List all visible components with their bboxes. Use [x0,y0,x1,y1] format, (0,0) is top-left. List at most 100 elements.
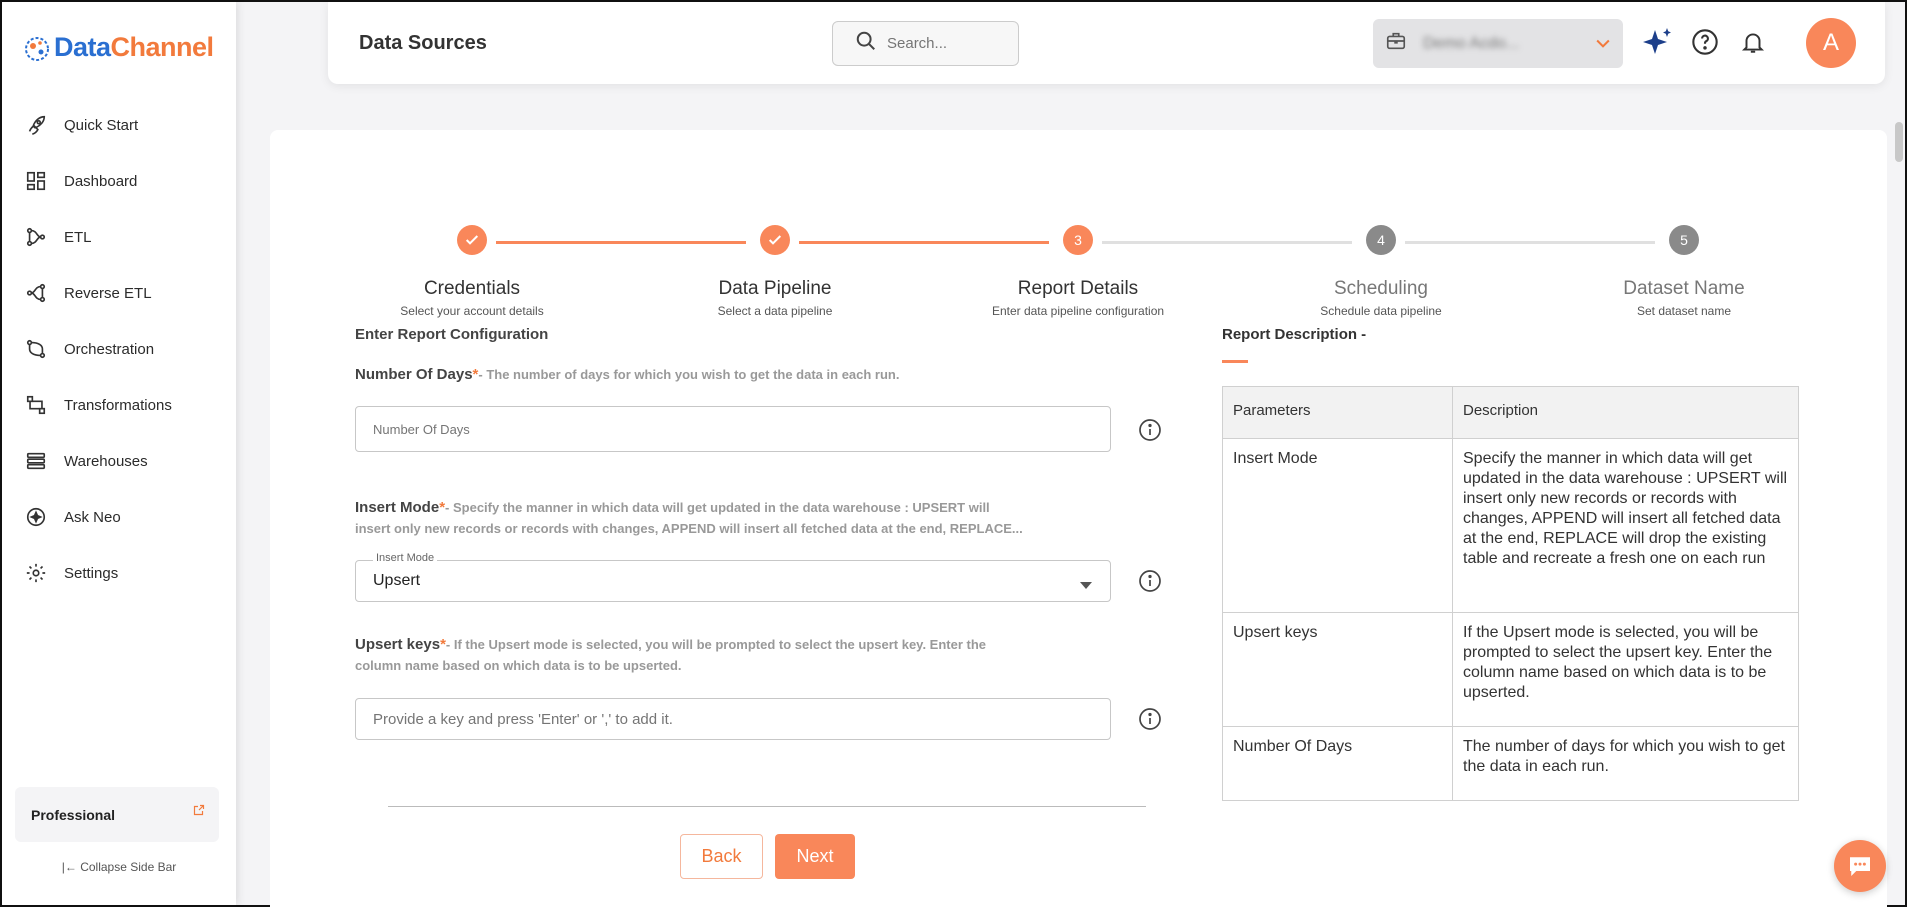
sidebar-item-etl[interactable]: ETL [2,209,236,265]
reverse-etl-icon [24,281,48,305]
help-icon[interactable] [1691,28,1719,61]
sidebar-item-settings[interactable]: Settings [2,545,236,601]
sidebar-item-reverse-etl[interactable]: Reverse ETL [2,265,236,321]
warehouses-icon [24,449,48,473]
sidebar-item-warehouses[interactable]: Warehouses [2,433,236,489]
days-field[interactable] [355,406,1111,452]
logo-icon [22,33,52,63]
step-title: Data Pipeline [718,278,832,299]
etl-icon [24,225,48,249]
table-row: Insert Mode Specify the manner in which … [1222,438,1799,613]
bell-icon[interactable] [1740,28,1766,61]
workspace-selector[interactable]: Demo Acdo... [1373,19,1623,68]
caret-down-icon [1080,577,1092,595]
plan-card[interactable]: Professional [15,787,219,842]
form-divider [388,806,1146,807]
top-header: Data Sources Demo Acdo... A [328,2,1885,84]
step-title: Credentials [423,278,521,299]
main-content: 3 4 5 Credentials Select your account de… [270,130,1887,907]
step-title: Dataset Name [1623,278,1745,299]
sidebar-item-quick-start[interactable]: Quick Start [2,97,236,153]
user-avatar[interactable]: A [1806,18,1856,68]
sidebar-item-orchestration[interactable]: Orchestration [2,321,236,377]
info-icon[interactable] [1138,707,1162,736]
insert-mode-select[interactable]: Insert Mode Upsert [355,552,1111,602]
table-cell: If the Upsert mode is selected, you will… [1452,612,1799,727]
collapse-label: Collapse Side Bar [80,860,177,874]
step-connector [1102,241,1352,244]
upsert-keys-label: Upsert keys*- If the Upsert mode is sele… [355,636,987,673]
step-connector [496,241,746,244]
table-row: Number Of Days The number of days for wh… [1222,726,1799,801]
step-subtitle: Set dataset name [1636,304,1732,318]
sidebar-item-label: Reverse ETL [64,284,152,302]
form-section-title: Enter Report Configuration [355,326,549,343]
insert-mode-label: Insert Mode*- Specify the manner in whic… [355,499,1023,536]
table-cell: Number Of Days [1222,726,1453,801]
step-5-circle[interactable]: 5 [1669,225,1699,255]
step-subtitle: Select your account details [400,304,544,318]
info-icon[interactable] [1138,418,1162,447]
step-3-circle[interactable]: 3 [1063,225,1093,255]
sidebar-item-ask-neo[interactable]: Ask Neo [2,489,236,545]
sidebar-item-label: Transformations [64,396,172,414]
sidebar-item-label: Ask Neo [64,508,121,526]
step-title: Scheduling [1333,278,1429,299]
chat-button[interactable] [1834,840,1886,892]
insert-mode-value: Upsert [373,572,421,589]
scrollbar[interactable] [1895,122,1903,162]
search-box[interactable] [832,21,1019,66]
step-2-circle[interactable] [760,225,790,255]
description-underline [1222,360,1248,363]
step-4-circle[interactable]: 4 [1366,225,1396,255]
info-icon[interactable] [1138,569,1162,598]
collapse-icon: |← [61,860,77,874]
brand-logo[interactable]: DataChannel [22,32,214,63]
table-header-row: Parameters Description [1222,386,1799,439]
page-title: Data Sources [359,32,487,54]
table-cell: Specify the manner in which data will ge… [1452,438,1799,613]
table-header: Parameters [1222,386,1453,439]
orchestration-icon [24,337,48,361]
search-icon [855,30,877,57]
search-input[interactable] [887,35,1007,52]
upsert-keys-field[interactable] [355,698,1111,740]
sidebar-item-label: ETL [64,228,92,246]
sidebar-item-label: Dashboard [64,172,138,190]
check-icon [465,235,479,245]
external-link-icon[interactable] [193,803,205,821]
next-button[interactable]: Next [775,834,855,879]
step-subtitle: Schedule data pipeline [1320,304,1442,318]
ask-neo-icon [24,505,48,529]
sidebar-item-transformations[interactable]: Transformations [2,377,236,433]
table-cell: Insert Mode [1222,438,1453,613]
description-table: Parameters Description Insert Mode Speci… [1222,386,1799,801]
briefcase-icon [1385,30,1407,57]
chevron-down-icon [1593,33,1613,58]
collapse-sidebar-button[interactable]: |← Collapse Side Bar [2,860,236,874]
settings-icon [24,561,48,585]
back-button[interactable]: Back [680,834,763,879]
upsert-keys-input[interactable] [356,699,1110,739]
step-1-circle[interactable] [457,225,487,255]
table-row: Upsert keys If the Upsert mode is select… [1222,612,1799,727]
rocket-icon [24,113,48,137]
sidebar-item-label: Settings [64,564,119,582]
transformations-icon [24,393,48,417]
sparkle-icon[interactable] [1641,26,1675,65]
stepper: 3 4 5 Credentials Select your account de… [270,178,1887,318]
sidebar-item-label: Quick Start [64,116,139,134]
step-subtitle: Select a data pipeline [717,304,833,318]
table-header: Description [1452,386,1799,439]
insert-mode-float-label: Insert Mode [373,552,438,564]
step-subtitle: Enter data pipeline configuration [991,304,1165,318]
sidebar-nav: Quick Start Dashboard ETL Reverse ETL Or… [2,97,236,601]
days-input[interactable] [356,407,1110,451]
table-cell: Upsert keys [1222,612,1453,727]
description-title: Report Description - [1222,326,1367,343]
brand-name: DataChannel [54,32,214,62]
sidebar-item-dashboard[interactable]: Dashboard [2,153,236,209]
table-cell: The number of days for which you wish to… [1452,726,1799,801]
workspace-value: Demo Acdo... [1423,34,1520,52]
sidebar-item-label: Orchestration [64,340,155,358]
